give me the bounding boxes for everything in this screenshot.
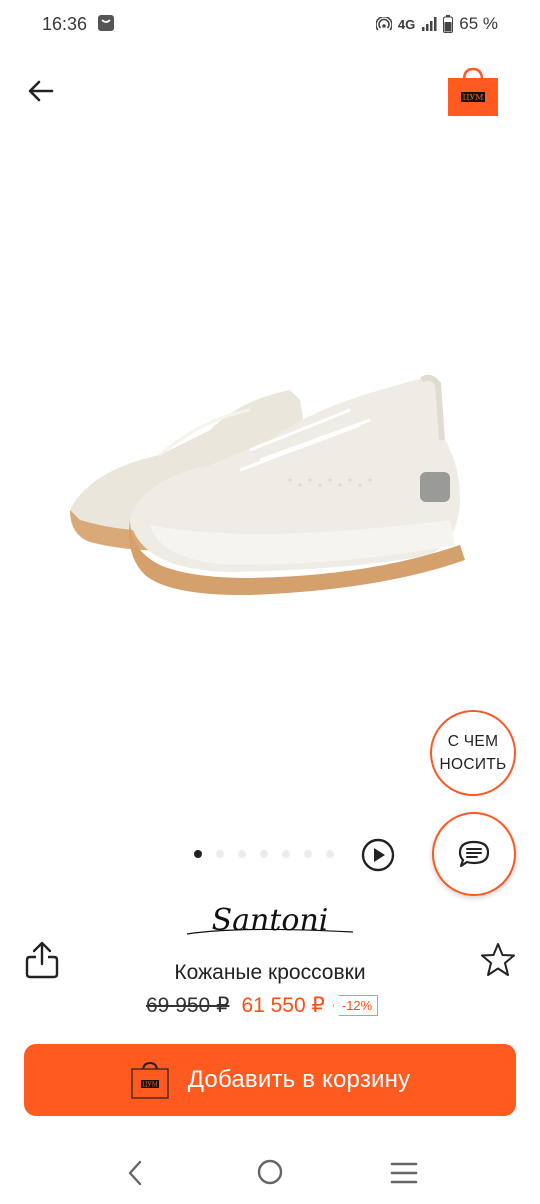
carousel-indicators <box>194 850 334 858</box>
carousel-dot[interactable] <box>326 850 334 858</box>
network-type: 4G <box>397 16 416 32</box>
battery-level: 65 % <box>459 14 498 33</box>
product-title: Кожаные кроссовки <box>174 961 366 984</box>
carousel-dot[interactable] <box>238 850 246 858</box>
chat-icon <box>458 840 490 868</box>
product-image[interactable] <box>50 360 490 600</box>
hotspot-icon <box>375 17 392 31</box>
battery-icon <box>443 15 454 33</box>
chat-button[interactable] <box>432 812 516 896</box>
play-video-icon[interactable] <box>361 838 395 872</box>
nav-back-icon[interactable] <box>124 1158 146 1188</box>
signal-icon <box>422 17 437 31</box>
carousel-dot[interactable] <box>194 850 202 858</box>
notification-icon <box>98 15 114 31</box>
status-time: 16:36 <box>42 14 88 34</box>
what-to-wear-button[interactable]: С ЧЕМ НОСИТЬ <box>430 710 516 796</box>
add-to-cart-label: Добавить в корзину <box>187 1066 411 1093</box>
carousel-dot[interactable] <box>304 850 312 858</box>
price-row: 69 950 ₽ 61 550 ₽ -12% <box>146 993 379 1018</box>
status-bar: 16:36 4G 65 % <box>0 0 540 50</box>
what-to-wear-line2: НОСИТЬ <box>439 756 507 773</box>
brand-logo-text: Santoni <box>212 903 329 938</box>
status-indicators: 4G 65 % <box>375 14 498 34</box>
nav-recents-icon[interactable] <box>390 1161 418 1185</box>
nav-home-icon[interactable] <box>257 1159 283 1185</box>
add-to-cart-button[interactable]: ЦУМ Добавить в корзину <box>24 1044 516 1116</box>
new-price: 61 550 ₽ <box>241 994 325 1017</box>
shopping-bag-icon[interactable]: ЦУМ <box>447 66 499 118</box>
shopping-bag-icon: ЦУМ <box>131 1061 169 1099</box>
carousel-dot[interactable] <box>260 850 268 858</box>
cta-bag-logo-text: ЦУМ <box>142 1082 158 1089</box>
what-to-wear-line1: С ЧЕМ <box>447 733 499 750</box>
carousel-dot[interactable] <box>216 850 224 858</box>
discount-badge: -12% <box>332 995 379 1016</box>
carousel-dot[interactable] <box>282 850 290 858</box>
old-price: 69 950 ₽ <box>146 994 230 1017</box>
system-nav-bar <box>0 1140 540 1204</box>
arrow-left-icon[interactable] <box>26 76 56 106</box>
brand-logo[interactable]: Santoni <box>179 900 361 942</box>
bag-logo-text: ЦУМ <box>463 93 484 102</box>
